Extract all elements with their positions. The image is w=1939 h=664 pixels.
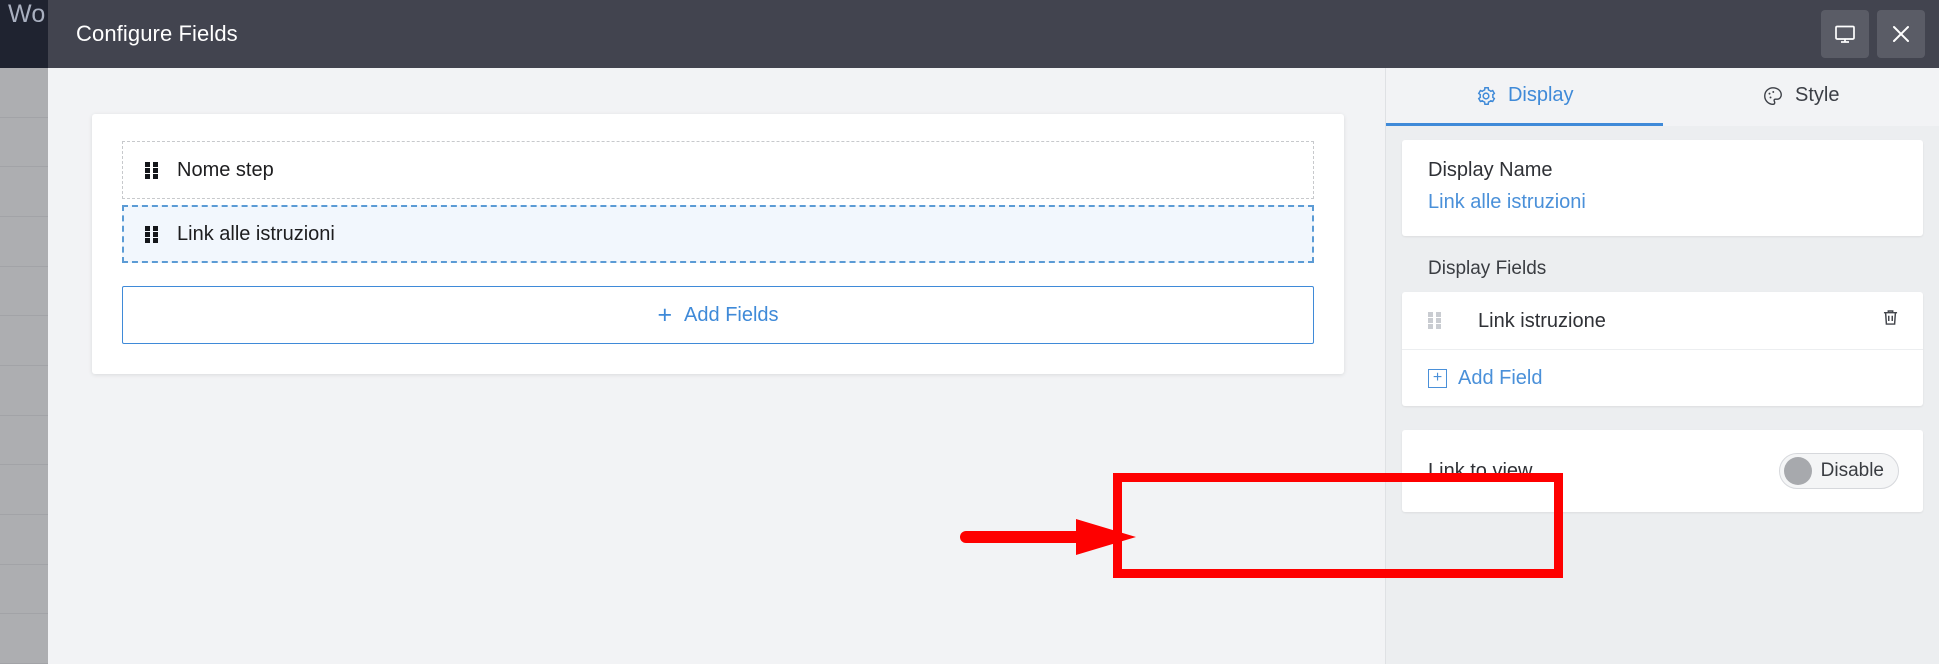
link-to-view-section: Link to view Disable <box>1402 430 1923 512</box>
preview-monitor-button[interactable] <box>1821 10 1869 58</box>
tab-style-label: Style <box>1795 84 1840 106</box>
fields-card: Nome step Link alle istruzioni + Add Fie… <box>92 114 1344 374</box>
drag-handle-icon[interactable] <box>1428 312 1441 329</box>
tab-style[interactable]: Style <box>1663 68 1939 126</box>
modal-body: Nome step Link alle istruzioni + Add Fie… <box>48 68 1939 664</box>
panel-content: Display Name Link alle istruzioni Displa… <box>1386 126 1939 664</box>
tab-display-label: Display <box>1507 84 1574 106</box>
display-name-label: Display Name <box>1428 159 1553 181</box>
drag-handle-icon[interactable] <box>145 225 158 243</box>
sidebar-row <box>0 366 48 416</box>
sidebar-row <box>0 68 48 118</box>
field-label: Link alle istruzioni <box>177 223 335 245</box>
toggle-knob <box>1783 457 1812 485</box>
link-to-view-label: Link to view <box>1428 459 1533 482</box>
app-sidebar <box>0 68 48 664</box>
app-topbar: Wo <box>0 0 48 68</box>
sidebar-row <box>0 118 48 168</box>
sidebar-row <box>0 217 48 267</box>
tab-display[interactable]: Display <box>1386 68 1663 126</box>
delete-field-button[interactable] <box>1880 307 1901 334</box>
display-fields-title: Display Fields <box>1428 258 1547 279</box>
field-row-link-alle-istruzioni[interactable]: Link alle istruzioni <box>122 205 1314 263</box>
modal-header-actions <box>1821 10 1925 58</box>
gear-icon <box>1475 85 1497 107</box>
field-label: Nome step <box>177 159 274 181</box>
sidebar-row <box>0 316 48 366</box>
add-field-label: Add Field <box>1458 366 1543 389</box>
app-topbar-label: Wo <box>8 0 46 28</box>
sidebar-row <box>0 465 48 515</box>
add-fields-label: Add Fields <box>684 303 779 326</box>
modal-header: Configure Fields <box>48 0 1939 68</box>
drag-handle-icon[interactable] <box>145 161 158 179</box>
sidebar-row <box>0 267 48 317</box>
close-button[interactable] <box>1877 10 1925 58</box>
link-to-view-toggle[interactable]: Disable <box>1778 453 1899 489</box>
sidebar-row <box>0 515 48 565</box>
panel-tabs: Display Style <box>1386 68 1939 126</box>
close-icon <box>1889 22 1913 46</box>
add-fields-button[interactable]: + Add Fields <box>122 286 1314 344</box>
add-field-button[interactable]: + Add Field <box>1402 350 1923 406</box>
trash-icon <box>1880 307 1901 334</box>
properties-panel: Display Style Display Name Link alle ist… <box>1385 68 1939 664</box>
sidebar-row <box>0 614 48 664</box>
display-field-row[interactable]: Link istruzione <box>1402 292 1923 350</box>
palette-icon <box>1762 85 1784 107</box>
display-name-value[interactable]: Link alle istruzioni <box>1428 191 1897 214</box>
preview-monitor-icon <box>1833 22 1857 46</box>
configure-fields-modal: Configure Fields Nome step Link alle ist… <box>48 0 1939 664</box>
plus-icon: + <box>657 300 673 329</box>
field-row-nome-step[interactable]: Nome step <box>122 141 1314 199</box>
display-fields-card: Link istruzione + Add Field <box>1402 292 1923 406</box>
toggle-state-label: Disable <box>1820 460 1884 481</box>
fields-main-area: Nome step Link alle istruzioni + Add Fie… <box>48 68 1385 664</box>
sidebar-row <box>0 416 48 466</box>
plus-box-icon: + <box>1428 368 1447 388</box>
sidebar-row <box>0 565 48 615</box>
page-title: Configure Fields <box>76 21 238 46</box>
link-to-view-card: Link to view Disable <box>1402 430 1923 512</box>
display-field-label: Link istruzione <box>1478 309 1606 332</box>
sidebar-row <box>0 167 48 217</box>
display-name-card: Display Name Link alle istruzioni <box>1402 140 1923 236</box>
